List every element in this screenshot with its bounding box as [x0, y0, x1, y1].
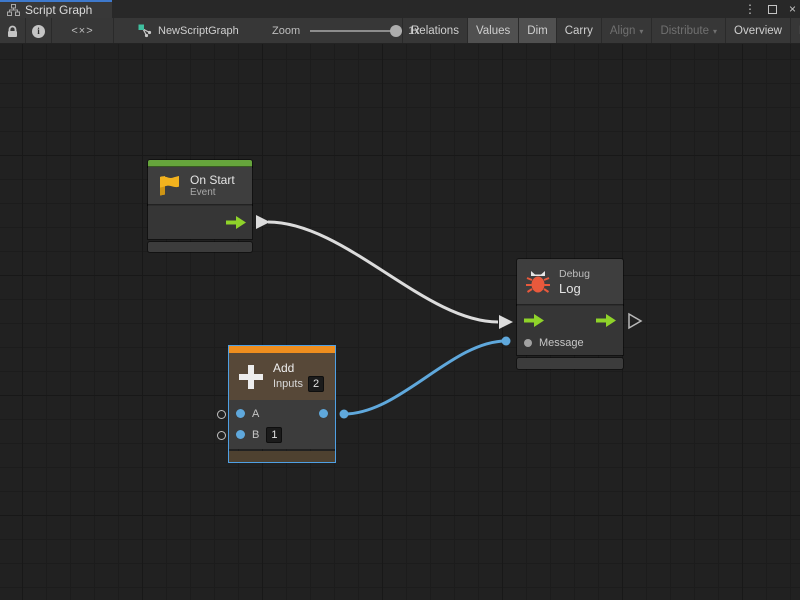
unconnected-port-a-marker[interactable]	[217, 410, 226, 419]
on-start-body	[148, 205, 252, 239]
inputs-row: Inputs 2	[273, 376, 324, 392]
value-cable-end-dot	[502, 337, 511, 346]
code-icon: <×>	[71, 25, 93, 37]
tab-title: Script Graph	[25, 3, 92, 17]
zoom-slider-knob[interactable]	[390, 25, 402, 37]
node-debug-log[interactable]: Debug Log Message	[517, 259, 623, 369]
tab-bar: Script Graph ⋮ ×	[0, 0, 800, 18]
graph-name-label: NewScriptGraph	[158, 25, 239, 37]
node-add-selected[interactable]: Add Inputs 2 A B 1	[228, 345, 336, 463]
inputs-count-field[interactable]: 2	[308, 376, 324, 392]
inspect-button[interactable]: i	[26, 18, 52, 44]
full-screen-button[interactable]: Full S	[790, 18, 800, 44]
overview-button[interactable]: Overview	[725, 18, 790, 44]
dim-button[interactable]: Dim	[518, 18, 555, 44]
zoom-label: Zoom	[272, 25, 300, 37]
maximize-icon[interactable]	[768, 5, 777, 14]
flow-cable-end-arrow	[499, 315, 513, 329]
close-icon[interactable]: ×	[789, 0, 796, 18]
node-subtitle: Event	[190, 187, 235, 199]
chevron-down-icon: ▾	[639, 27, 643, 36]
inputs-label: Inputs	[273, 377, 303, 392]
toolbar-right-group: Relations Values Dim Carry Align ▾ Distr…	[402, 18, 800, 44]
tab-script-graph[interactable]: Script Graph	[0, 0, 112, 18]
port-label: A	[252, 408, 259, 420]
add-body: A B 1	[229, 400, 335, 449]
values-button[interactable]: Values	[467, 18, 518, 44]
debug-log-footer	[517, 358, 623, 369]
carry-button[interactable]: Carry	[556, 18, 601, 44]
input-port-a[interactable]	[236, 409, 245, 418]
port-row-a: A	[229, 403, 335, 424]
plus-icon	[237, 363, 265, 391]
script-graph-icon	[138, 24, 152, 38]
port-row-b: B 1	[229, 424, 335, 445]
port-label: Message	[539, 337, 584, 349]
math-color-bar	[229, 346, 335, 353]
port-b-value-field[interactable]: 1	[266, 427, 282, 443]
flow-output-port[interactable]	[226, 216, 246, 229]
debug-log-body: Message	[517, 305, 623, 355]
flow-cable-start-arrow	[256, 215, 270, 229]
port-label: B	[252, 429, 259, 441]
message-port-row: Message	[517, 334, 623, 352]
add-header: Add Inputs 2	[229, 353, 335, 400]
add-footer	[229, 451, 335, 462]
value-cable[interactable]	[344, 341, 506, 414]
graph-breadcrumb[interactable]: NewScriptGraph	[138, 18, 239, 44]
on-start-header: On Start Event	[148, 167, 252, 205]
window-controls: ⋮ ×	[744, 0, 796, 18]
flow-output-port[interactable]	[596, 314, 616, 327]
zoom-slider-track	[310, 30, 402, 32]
lock-button[interactable]	[0, 18, 26, 44]
flow-cable[interactable]	[268, 222, 498, 322]
info-icon: i	[32, 25, 45, 38]
relations-button[interactable]: Relations	[402, 18, 467, 44]
flow-input-port[interactable]	[524, 314, 544, 327]
node-title: On Start	[190, 173, 235, 187]
align-button[interactable]: Align ▾	[601, 18, 652, 44]
graph-toolbar: i <×> NewScriptGraph Zoom 1x	[0, 18, 800, 44]
lock-icon	[6, 25, 19, 38]
distribute-button[interactable]: Distribute ▾	[651, 18, 725, 44]
bug-icon	[525, 269, 551, 295]
value-cable-start-dot	[340, 410, 349, 419]
on-start-footer	[148, 242, 252, 252]
toolbar-left-group: i <×>	[0, 18, 114, 44]
flag-icon	[156, 174, 182, 198]
graph-hierarchy-icon	[7, 4, 20, 16]
result-output-port[interactable]	[319, 409, 328, 418]
zoom-control: Zoom 1x	[272, 18, 420, 44]
menu-icon[interactable]: ⋮	[744, 0, 756, 18]
node-on-start[interactable]: On Start Event	[148, 160, 252, 252]
zoom-slider[interactable]	[310, 25, 402, 37]
message-input-port[interactable]	[524, 339, 532, 347]
unconnected-port-b-marker[interactable]	[217, 431, 226, 440]
edit-source-button[interactable]: <×>	[52, 18, 114, 44]
event-color-bar	[148, 160, 252, 167]
node-title: Log	[559, 281, 590, 296]
flow-port-row	[517, 306, 623, 334]
node-title: Add	[273, 361, 324, 376]
script-graph-window: Script Graph ⋮ × i <×>	[0, 0, 800, 600]
node-category: Debug	[559, 268, 590, 281]
graph-canvas[interactable]: On Start Event	[0, 44, 800, 600]
flow-continue-marker[interactable]	[629, 314, 641, 328]
chevron-down-icon: ▾	[713, 27, 717, 36]
debug-log-header: Debug Log	[517, 259, 623, 305]
connections-layer	[0, 44, 800, 600]
input-port-b[interactable]	[236, 430, 245, 439]
